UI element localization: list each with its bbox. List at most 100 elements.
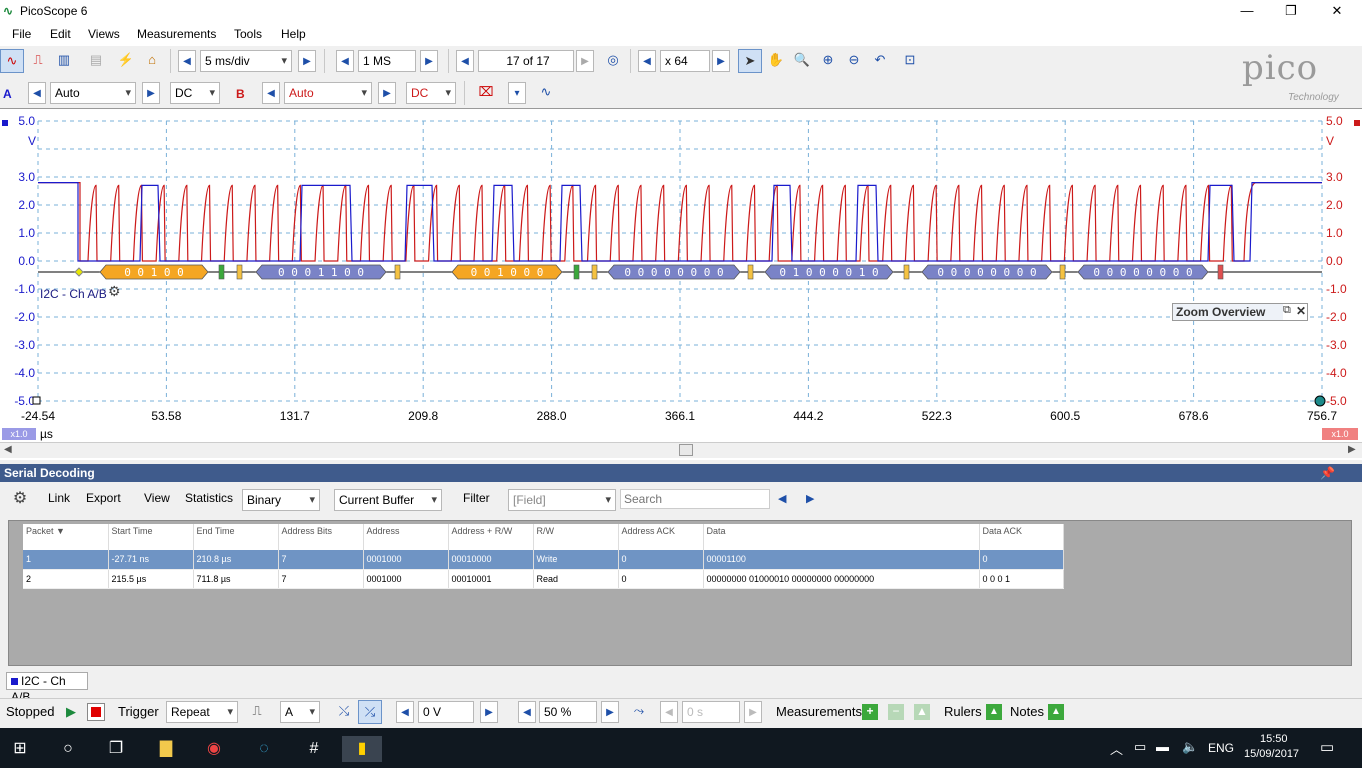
task-view-icon[interactable]: ❐ [96,736,136,762]
picoscope-taskbar-icon[interactable]: ▮ [342,736,382,762]
column-header[interactable]: Address [363,524,449,550]
chb-coupling-select[interactable]: DC [406,82,456,104]
samples-prev-button[interactable]: ◀ [336,50,354,72]
waveform-plot[interactable]: 5.0 3.0 2.0 1.0 0.0 -1.0 -2.0 -3.0 -4.0 -5.0 5.0 3.… [0,109,1362,443]
link-button[interactable]: Link [48,491,70,505]
undo-zoom-icon[interactable]: ↶ [868,49,892,73]
chb-range-prev-button[interactable]: ◀ [262,82,280,104]
persistence-mode-icon[interactable]: ⎍ [26,49,50,73]
scroll-thumb[interactable] [679,444,693,456]
column-header[interactable]: Data ACK [979,524,1064,550]
table-row[interactable]: 1 -27.71 ns 210.8 µs 7 0001000 00010000 Write 0… [23,550,1064,570]
level-next-button[interactable]: ▶ [480,701,498,723]
format-select[interactable]: Binary [242,489,320,511]
timebase-prev-button[interactable]: ◀ [178,50,196,72]
scope-view[interactable]: 5.0 3.0 2.0 1.0 0.0 -1.0 -2.0 -3.0 -4.0 -5.0 5.0 3.… [0,108,1362,460]
zoom-out-icon[interactable]: ⊖ [842,49,866,73]
falling-edge-icon[interactable]: ⤰ [358,700,382,724]
clock-date[interactable]: 15/09/2017 [1244,748,1299,760]
timebase-select[interactable]: 5 ms/div [200,50,292,72]
home-icon[interactable]: ⌂ [140,49,164,73]
menu-views[interactable]: Views [88,27,120,41]
trigger-position-field[interactable]: 50 % [539,701,597,723]
cha-coupling-select[interactable]: DC [170,82,220,104]
chb-range-select[interactable]: Auto [284,82,372,104]
field-select[interactable]: [Field] [508,489,616,511]
zoom-fit-icon[interactable]: ⊡ [898,49,922,73]
scroll-right-icon[interactable]: ▶ [1348,444,1356,455]
chrome-icon[interactable]: ◉ [194,736,234,762]
column-header[interactable]: Address Bits [278,524,364,550]
trigger-level-field[interactable]: 0 V [418,701,474,723]
notifications-icon[interactable]: ▭ [1320,738,1334,756]
minimize-button[interactable]: — [1224,0,1270,24]
start-icon[interactable]: ▶ [66,704,76,720]
stop-button[interactable] [87,703,105,721]
samples-field[interactable]: 1 MS [358,50,416,72]
column-header[interactable]: Packet ▼ [23,524,109,550]
scroll-left-icon[interactable]: ◀ [4,444,12,455]
view-button[interactable]: View [144,491,170,505]
chb-range-next-button[interactable]: ▶ [378,82,396,104]
windows-start-icon[interactable]: ⊞ [0,736,40,762]
rulers-icon[interactable]: ▲ [986,704,1002,720]
add-measurement-icon[interactable]: + [862,704,878,720]
rising-edge-icon[interactable]: ⤯ [332,700,356,724]
language-indicator[interactable]: ENG [1208,741,1234,755]
table-row[interactable]: 2 215.5 µs 711.8 µs 7 0001000 00010001 Read 0 00… [23,569,1064,589]
search-prev-icon[interactable]: ◀ [778,492,786,505]
search-input[interactable] [620,489,770,509]
channel-a-label[interactable]: A [3,87,12,101]
zoom-next-button[interactable]: ▶ [712,50,730,72]
post-trigger-icon[interactable]: ⤳ [627,700,651,724]
volume-icon[interactable]: 🔈 [1182,739,1198,755]
hand-tool-icon[interactable]: ✋ [764,49,788,73]
decoder-tab[interactable]: I2C - Ch A/B [6,672,88,704]
scope-mode-icon[interactable]: ∿ [0,49,24,73]
channel-options-icon[interactable]: ⌧ [474,81,498,105]
signal-generator-icon[interactable]: ⚡ [114,49,138,73]
app-ring-icon[interactable]: ◌ [244,736,284,762]
buffer-select[interactable]: Current Buffer [334,489,442,511]
maximize-button[interactable]: ❐ [1268,0,1314,24]
clock-time[interactable]: 15:50 [1260,733,1288,745]
cha-range-next-button[interactable]: ▶ [142,82,160,104]
zoom-field[interactable]: x 64 [660,50,710,72]
notes-icon[interactable]: ▲ [1048,704,1064,720]
horizontal-scrollbar[interactable]: ◀ ▶ [0,442,1362,458]
file-explorer-icon[interactable]: ▇ [146,736,186,762]
cha-range-select[interactable]: Auto [50,82,136,104]
trigger-channel-select[interactable]: A [280,701,320,723]
menu-help[interactable]: Help [281,27,306,41]
column-header[interactable]: Address + R/W [448,524,534,550]
filter-button[interactable]: Filter [463,491,490,505]
battery-icon[interactable]: ▬ [1156,739,1169,754]
position-prev-button[interactable]: ◀ [518,701,536,723]
left-scale-badge[interactable]: x1.0 [2,428,36,440]
column-header[interactable]: R/W [533,524,619,550]
trigger-mode-select[interactable]: Repeat [166,701,238,723]
zoom-region-icon[interactable]: 🔍 [790,49,814,73]
export-button[interactable]: Export [86,491,121,505]
channel-options-dropdown[interactable]: ▾ [508,82,526,104]
channel-b-label[interactable]: B [236,87,245,101]
close-button[interactable]: ✕ [1314,0,1360,24]
menu-file[interactable]: File [12,27,31,41]
decoder-settings-icon[interactable]: ⚙ [108,283,121,300]
zoom-overview-close-icon[interactable]: ✕ [1296,304,1306,318]
column-header[interactable]: End Time [193,524,279,550]
column-header[interactable]: Address ACK [618,524,704,550]
pointer-tool-icon[interactable]: ➤ [738,49,762,73]
right-scale-badge[interactable]: x1.0 [1322,428,1358,440]
cortana-icon[interactable]: ○ [48,736,88,762]
buffer-field[interactable]: 17 of 17 [478,50,574,72]
math-channels-icon[interactable]: ∿ [534,81,558,105]
zoom-overview-panel[interactable]: Zoom Overview ⧉ ✕ [1172,303,1308,321]
tray-chevron-icon[interactable]: ︿ [1110,739,1123,758]
buffer-next-button[interactable]: ▶ [576,50,594,72]
zoom-prev-button[interactable]: ◀ [638,50,656,72]
tray-device-icon[interactable]: ▭ [1134,739,1146,755]
buffer-navigator-icon[interactable]: ◎ [601,49,625,73]
column-header[interactable]: Start Time [108,524,194,550]
search-next-icon[interactable]: ▶ [806,492,814,505]
